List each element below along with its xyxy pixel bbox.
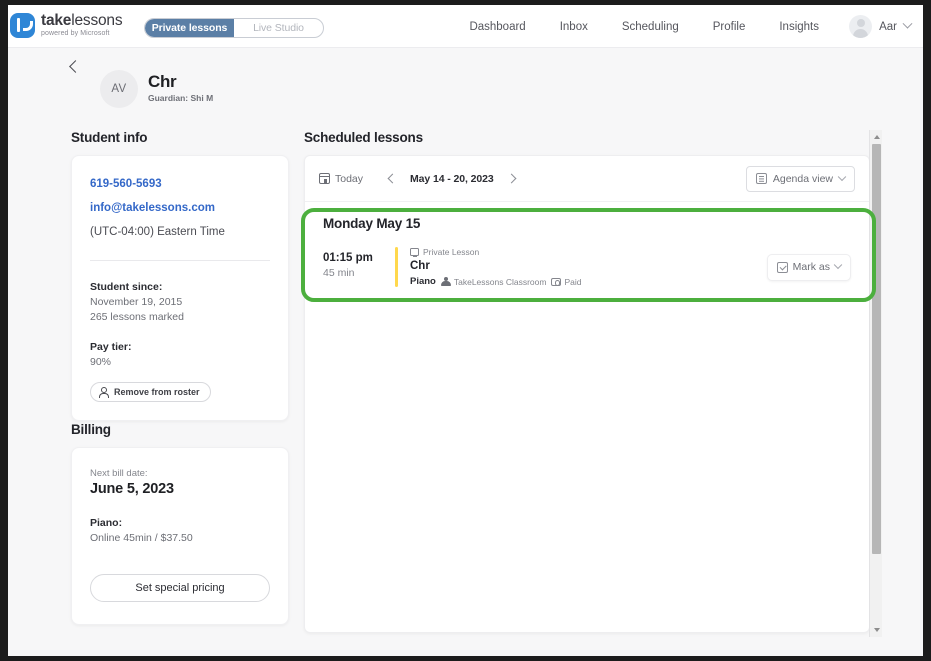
top-navigation-bar: takelessons powered by Microsoft Private…	[8, 5, 923, 48]
remove-from-roster-button[interactable]: Remove from roster	[90, 382, 211, 402]
billing-subject-label: Piano:	[90, 517, 123, 529]
billing-section: Billing Next bill date: June 5, 2023 Pia…	[71, 422, 289, 625]
classroom-label: TakeLessons Classroom	[453, 276, 547, 287]
lesson-type-label: Private Lesson	[423, 247, 480, 257]
monitor-icon	[410, 248, 419, 257]
next-week-button[interactable]	[506, 173, 517, 184]
chevron-down-icon	[837, 172, 847, 181]
today-button[interactable]: Today	[318, 172, 364, 185]
segment-live-studio[interactable]: Live Studio	[234, 19, 323, 37]
chevron-left-icon[interactable]	[69, 60, 82, 73]
lesson-details: Private Lesson Chr Piano TakeLessons Cla…	[398, 247, 767, 287]
brand-name-light: lessons	[71, 12, 123, 30]
user-menu[interactable]: Aar	[849, 5, 913, 48]
mode-segmented-control: Private lessons Live Studio	[144, 18, 324, 38]
brand-text: takelessons powered by Microsoft	[41, 12, 123, 38]
student-timezone: (UTC-04:00) Eastern Time	[90, 226, 225, 238]
user-menu-label: Aar	[879, 20, 897, 33]
guardian-label: Guardian: Shi M	[148, 93, 214, 103]
mark-as-icon	[776, 261, 788, 273]
student-info-section: Student info 619-560-5693 info@takelesso…	[71, 130, 289, 421]
billing-subject-detail: Online 45min / $37.50	[90, 532, 193, 544]
billing-card: Next bill date: June 5, 2023 Piano: Onli…	[71, 447, 289, 625]
paid-icon	[551, 277, 562, 286]
takelessons-logo-icon	[10, 13, 35, 38]
scheduled-lessons-title: Scheduled lessons	[304, 130, 423, 145]
calendar-icon	[318, 173, 330, 184]
chevron-down-icon	[902, 18, 913, 29]
student-since-label: Student since:	[90, 281, 163, 293]
user-avatar-icon	[849, 15, 873, 38]
app-window: takelessons powered by Microsoft Private…	[8, 5, 923, 656]
lesson-start-time: 01:15 pm	[323, 252, 373, 264]
vertical-scrollbar[interactable]	[869, 130, 882, 637]
lesson-time-block: 01:15 pm 45 min	[323, 247, 395, 279]
agenda-view-dropdown[interactable]: Agenda view	[745, 165, 855, 192]
classroom-icon	[440, 277, 451, 286]
remove-from-roster-label: Remove from roster	[114, 387, 200, 397]
scrollbar-thumb[interactable]	[872, 144, 881, 554]
pay-tier-label: Pay tier:	[90, 341, 132, 353]
lesson-type-row: Private Lesson	[410, 247, 767, 257]
billing-title: Billing	[71, 422, 111, 437]
page-title: Chr	[148, 72, 177, 91]
student-since-date: November 19, 2015	[90, 296, 183, 308]
next-bill-date-value: June 5, 2023	[90, 481, 174, 497]
student-phone-link[interactable]: 619-560-5693	[90, 178, 270, 190]
lesson-duration: 45 min	[323, 267, 355, 279]
brand-logo[interactable]: takelessons powered by Microsoft	[10, 12, 123, 38]
student-info-card: 619-560-5693 info@takelessons.com (UTC-0…	[71, 155, 289, 421]
primary-nav-links: Dashboard Inbox Scheduling Profile Insig…	[469, 5, 819, 48]
student-email-link[interactable]: info@takelessons.com	[90, 202, 270, 214]
scroll-down-arrow-icon[interactable]	[873, 628, 880, 632]
card-divider	[90, 260, 270, 261]
nav-link-insights[interactable]: Insights	[779, 21, 819, 33]
lesson-student-name: Chr	[410, 260, 430, 272]
lessons-marked-count: 265 lessons marked	[90, 311, 184, 323]
day-group: Monday May 15 01:15 pm 45 min Private Le…	[305, 202, 869, 291]
nav-link-profile[interactable]: Profile	[713, 21, 746, 33]
schedule-toolbar: Today May 14 - 20, 2023 Agenda view	[305, 156, 869, 202]
brand-tagline: powered by Microsoft	[41, 29, 110, 37]
scheduled-lessons-section: Scheduled lessons Today May 14 - 20, 202…	[304, 130, 870, 633]
chevron-down-icon	[833, 260, 843, 270]
person-remove-icon	[99, 387, 109, 398]
segment-private-lessons[interactable]: Private lessons	[145, 19, 234, 37]
lesson-meta-row: Piano TakeLessons Classroom Paid	[410, 276, 767, 287]
paid-meta: Paid	[551, 276, 582, 287]
brand-name-bold: take	[41, 12, 72, 30]
student-info-title: Student info	[71, 130, 148, 145]
mark-as-label: Mark as	[792, 261, 830, 273]
nav-link-scheduling[interactable]: Scheduling	[622, 21, 679, 33]
scheduled-lessons-card: Today May 14 - 20, 2023 Agenda view Mond…	[304, 155, 870, 633]
day-heading: Monday May 15	[323, 216, 421, 231]
mark-as-dropdown[interactable]: Mark as	[766, 253, 851, 281]
classroom-meta: TakeLessons Classroom	[440, 276, 547, 287]
pay-tier-value: 90%	[90, 356, 112, 368]
set-special-pricing-button[interactable]: Set special pricing	[90, 574, 270, 602]
date-range-label: May 14 - 20, 2023	[410, 172, 494, 185]
list-view-icon	[755, 173, 767, 184]
paid-label: Paid	[564, 276, 582, 287]
lesson-subject: Piano	[410, 276, 436, 287]
nav-link-inbox[interactable]: Inbox	[560, 21, 588, 33]
today-label: Today	[335, 172, 364, 185]
lesson-row[interactable]: 01:15 pm 45 min Private Lesson Chr Piano	[323, 243, 851, 291]
scroll-up-arrow-icon[interactable]	[873, 135, 880, 139]
agenda-view-label: Agenda view	[772, 172, 833, 185]
nav-link-dashboard[interactable]: Dashboard	[469, 21, 525, 33]
previous-week-button[interactable]	[387, 173, 398, 184]
student-header: AV Chr Guardian: Shi M	[8, 48, 923, 108]
next-bill-date-label: Next bill date:	[90, 468, 148, 479]
student-avatar: AV	[100, 70, 138, 108]
